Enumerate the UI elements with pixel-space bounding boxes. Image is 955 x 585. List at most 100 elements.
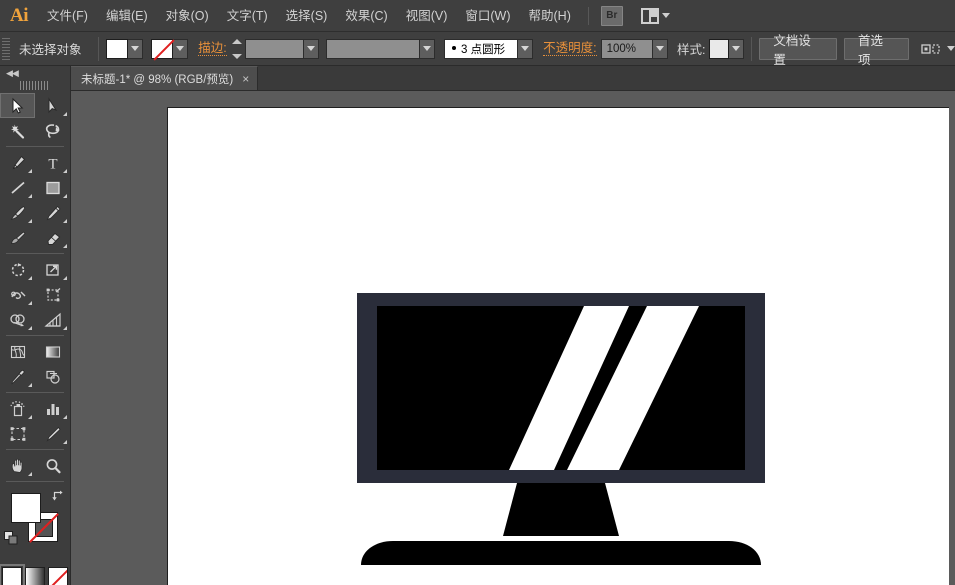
perspective-grid-tool[interactable] xyxy=(35,307,70,332)
control-divider-1 xyxy=(98,37,99,61)
menu-window[interactable]: 窗口(W) xyxy=(456,0,519,32)
control-bar-grip[interactable] xyxy=(2,38,10,60)
tool-group-symbols xyxy=(0,396,70,446)
menu-divider xyxy=(588,7,589,25)
artboard[interactable] xyxy=(167,107,949,585)
menu-help[interactable]: 帮助(H) xyxy=(520,0,580,32)
gradient-fill-button[interactable] xyxy=(25,567,45,585)
hand-tool[interactable] xyxy=(0,453,35,478)
direct-selection-tool[interactable] xyxy=(35,93,70,118)
tool-divider-2 xyxy=(6,253,64,254)
menu-object[interactable]: 对象(O) xyxy=(157,0,218,32)
tools-panel-collapse-icon[interactable]: ◀◀ xyxy=(0,66,70,80)
color-fill-button[interactable] xyxy=(2,567,22,585)
opacity-combo[interactable]: 100% xyxy=(601,39,668,59)
mesh-tool[interactable] xyxy=(0,339,35,364)
tool-group-transform xyxy=(0,257,70,332)
graphic-style-arrow-icon[interactable] xyxy=(729,39,744,59)
menu-bar: Ai 文件(F) 编辑(E) 对象(O) 文字(T) 选择(S) 效果(C) 视… xyxy=(0,0,955,32)
opacity-label[interactable]: 不透明度: xyxy=(543,41,596,56)
paintbrush-tool[interactable] xyxy=(0,200,35,225)
eraser-tool[interactable] xyxy=(35,225,70,250)
line-segment-tool[interactable] xyxy=(0,175,35,200)
stroke-weight-combo[interactable] xyxy=(245,39,319,59)
column-graph-tool[interactable] xyxy=(35,396,70,421)
canvas-area[interactable] xyxy=(71,91,955,585)
swap-fill-stroke-icon[interactable] xyxy=(51,489,64,502)
opacity-arrow-icon[interactable] xyxy=(652,40,667,58)
tool-group-drawing: T xyxy=(0,150,70,250)
scale-tool[interactable] xyxy=(35,257,70,282)
opacity-value: 100% xyxy=(602,43,652,55)
arrange-documents-button[interactable] xyxy=(639,6,672,26)
default-fill-stroke-icon[interactable] xyxy=(4,531,19,546)
graphic-style-group[interactable] xyxy=(709,39,744,59)
blob-brush-tool[interactable] xyxy=(0,225,35,250)
document-tab-title: 未标题-1* @ 98% (RGB/预览) xyxy=(81,71,233,87)
eyedropper-tool[interactable] xyxy=(0,364,35,389)
tool-group-navigation xyxy=(0,453,70,478)
pen-tool[interactable] xyxy=(0,150,35,175)
fill-swatch[interactable] xyxy=(106,39,128,59)
stroke-weight-stepper[interactable] xyxy=(231,39,243,59)
menu-select[interactable]: 选择(S) xyxy=(277,0,337,32)
chevron-down-icon xyxy=(662,13,670,18)
fill-swatch-group[interactable] xyxy=(106,39,143,59)
tools-panel: ◀◀ xyxy=(0,66,71,585)
brush-definition-arrow-icon[interactable] xyxy=(517,40,532,58)
width-tool[interactable] xyxy=(0,282,35,307)
none-fill-button[interactable] xyxy=(48,567,68,585)
blend-tool[interactable] xyxy=(35,364,70,389)
slice-tool[interactable] xyxy=(35,421,70,446)
tool-group-paint xyxy=(0,339,70,389)
fill-stroke-controls xyxy=(0,487,70,565)
preferences-button[interactable]: 首选项 xyxy=(844,38,909,60)
symbol-sprayer-tool[interactable] xyxy=(0,396,35,421)
align-icon[interactable] xyxy=(921,41,941,57)
magic-wand-tool[interactable] xyxy=(0,118,35,143)
tool-divider-4 xyxy=(6,392,64,393)
stroke-weight-label[interactable]: 描边: xyxy=(198,41,226,56)
stroke-swatch[interactable] xyxy=(151,39,173,59)
tool-divider-3 xyxy=(6,335,64,336)
fill-color-box[interactable] xyxy=(11,493,41,523)
lasso-tool[interactable] xyxy=(35,118,70,143)
control-bar: 未选择对象 描边: 3 点圆形 xyxy=(0,32,955,66)
document-setup-button[interactable]: 文档设置 xyxy=(759,38,837,60)
stroke-dropdown-icon[interactable] xyxy=(173,39,188,59)
zoom-tool[interactable] xyxy=(35,453,70,478)
bridge-icon[interactable]: Br xyxy=(601,6,623,26)
close-icon[interactable]: × xyxy=(242,73,249,85)
stroke-swatch-group[interactable] xyxy=(151,39,188,59)
rectangle-tool[interactable] xyxy=(35,175,70,200)
menu-type[interactable]: 文字(T) xyxy=(218,0,277,32)
tool-group-selection xyxy=(0,93,70,143)
stroke-profile-arrow-icon[interactable] xyxy=(419,40,434,58)
stroke-profile-combo[interactable] xyxy=(326,39,435,59)
control-divider-2 xyxy=(751,37,752,61)
graphic-style-swatch[interactable] xyxy=(709,39,729,59)
monitor-illustration[interactable] xyxy=(357,293,765,568)
tools-panel-grip[interactable] xyxy=(20,81,50,90)
stroke-weight-arrow-icon[interactable] xyxy=(303,40,318,58)
document-tab-bar: 未标题-1* @ 98% (RGB/预览) × xyxy=(71,66,955,91)
type-tool[interactable]: T xyxy=(35,150,70,175)
style-label: 样式: xyxy=(677,39,705,58)
free-transform-tool[interactable] xyxy=(35,282,70,307)
menu-effect[interactable]: 效果(C) xyxy=(336,0,396,32)
artboard-tool[interactable] xyxy=(0,421,35,446)
selection-tool[interactable] xyxy=(0,93,35,118)
tool-divider-6 xyxy=(6,481,64,482)
brush-definition-combo[interactable]: 3 点圆形 xyxy=(444,39,533,59)
menu-file[interactable]: 文件(F) xyxy=(38,0,97,32)
gradient-tool[interactable] xyxy=(35,339,70,364)
menu-edit[interactable]: 编辑(E) xyxy=(97,0,157,32)
shape-builder-tool[interactable] xyxy=(0,307,35,332)
fill-dropdown-icon[interactable] xyxy=(128,39,143,59)
brush-preview-icon xyxy=(452,46,456,50)
pencil-tool[interactable] xyxy=(35,200,70,225)
document-tab[interactable]: 未标题-1* @ 98% (RGB/预览) × xyxy=(71,66,258,90)
rotate-tool[interactable] xyxy=(0,257,35,282)
menu-view[interactable]: 视图(V) xyxy=(397,0,457,32)
align-chevron-down-icon[interactable] xyxy=(947,46,955,51)
